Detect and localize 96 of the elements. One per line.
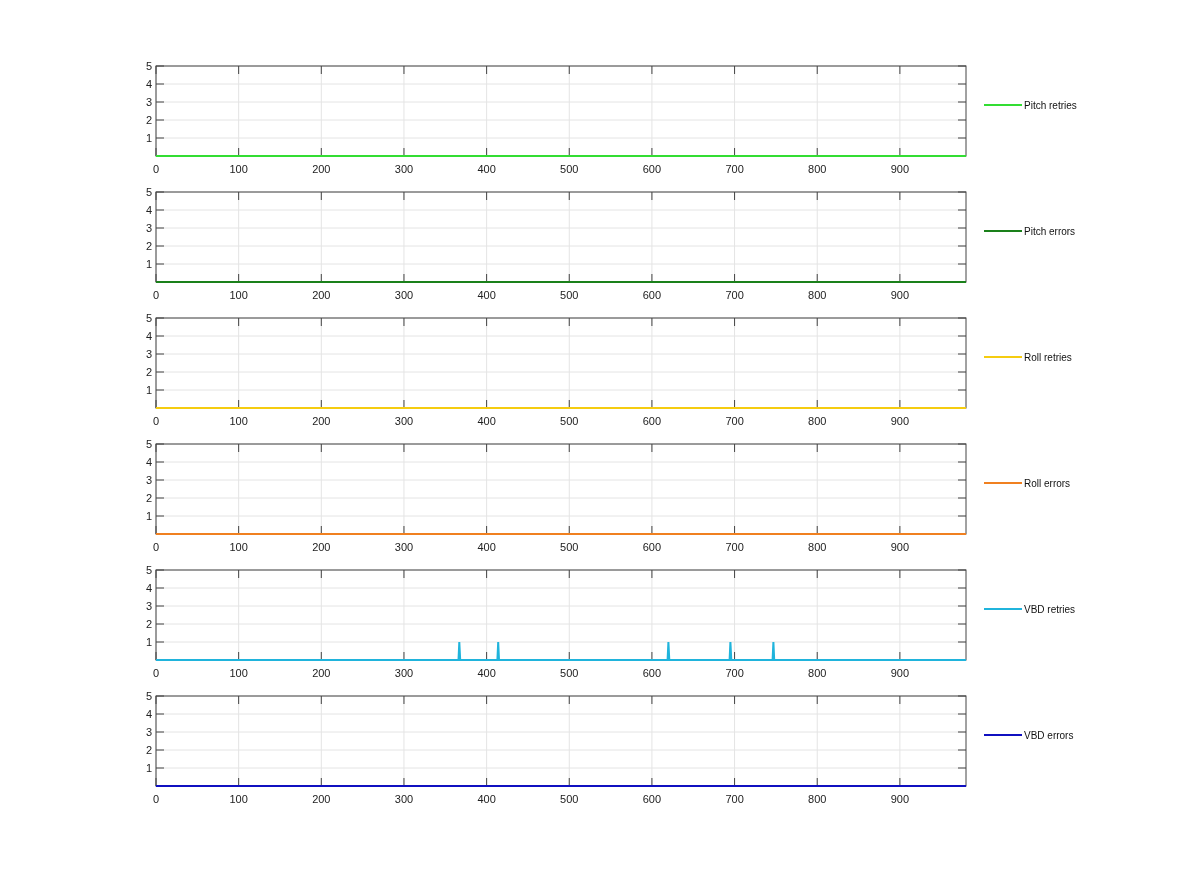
x-tick-label: 400 <box>477 667 496 679</box>
y-tick-label: 1 <box>145 258 152 270</box>
x-tick-label: 400 <box>477 541 496 553</box>
y-tick-label: 3 <box>145 96 152 108</box>
x-tick-label: 0 <box>152 163 160 175</box>
y-tick-label: 4 <box>145 204 152 216</box>
y-tick-label: 3 <box>145 348 152 360</box>
y-tick-label: 2 <box>145 114 152 126</box>
x-tick-label: 500 <box>560 541 579 553</box>
y-tick-label: 1 <box>145 132 152 144</box>
x-tick-label: 300 <box>394 793 414 805</box>
x-tick-label: 900 <box>890 667 910 679</box>
y-tick-label: 5 <box>145 690 152 702</box>
x-tick-label: 600 <box>642 415 662 427</box>
x-tick-label: 600 <box>642 289 662 301</box>
legend-label: Roll retries <box>1024 352 1072 363</box>
x-tick-label: 900 <box>890 415 910 427</box>
x-tick-label: 700 <box>725 163 744 175</box>
x-tick-label: 400 <box>477 163 496 175</box>
x-tick-label: 500 <box>560 163 579 175</box>
x-tick-label: 400 <box>477 793 496 805</box>
x-tick-label: 700 <box>725 793 744 805</box>
x-tick-label: 500 <box>560 415 579 427</box>
x-tick-label: 400 <box>477 289 496 301</box>
x-tick-label: 100 <box>229 415 248 427</box>
x-tick-label: 200 <box>312 793 331 805</box>
x-tick-label: 500 <box>560 793 579 805</box>
x-tick-label: 300 <box>394 289 414 301</box>
x-tick-label: 300 <box>394 415 414 427</box>
x-tick-label: 600 <box>642 793 662 805</box>
x-tick-label: 100 <box>229 163 248 175</box>
x-tick-label: 900 <box>890 793 910 805</box>
y-tick-label: 3 <box>145 600 152 612</box>
x-tick-label: 200 <box>312 415 331 427</box>
x-tick-label: 0 <box>152 415 160 427</box>
x-tick-label: 200 <box>312 541 331 553</box>
x-tick-label: 300 <box>394 163 414 175</box>
legend-label: Pitch retries <box>1024 100 1077 111</box>
x-tick-label: 200 <box>312 163 331 175</box>
y-tick-label: 5 <box>145 186 152 198</box>
y-tick-label: 4 <box>145 330 152 342</box>
x-tick-label: 0 <box>152 667 160 679</box>
x-tick-label: 400 <box>477 415 496 427</box>
x-tick-label: 0 <box>152 541 160 553</box>
y-tick-label: 2 <box>145 618 152 630</box>
x-tick-label: 200 <box>312 289 331 301</box>
y-tick-label: 2 <box>145 240 152 252</box>
x-tick-label: 100 <box>229 667 248 679</box>
x-tick-label: 100 <box>229 793 248 805</box>
x-tick-label: 700 <box>725 541 744 553</box>
x-tick-label: 900 <box>890 289 910 301</box>
y-tick-label: 1 <box>145 384 152 396</box>
x-tick-label: 800 <box>808 541 827 553</box>
y-tick-label: 5 <box>145 312 152 324</box>
x-tick-label: 700 <box>725 667 744 679</box>
x-tick-label: 300 <box>394 541 414 553</box>
legend-label: Roll errors <box>1024 478 1071 489</box>
y-tick-label: 3 <box>145 222 152 234</box>
x-tick-label: 700 <box>725 289 744 301</box>
x-tick-label: 700 <box>725 415 744 427</box>
y-tick-label: 3 <box>145 726 152 738</box>
y-tick-label: 2 <box>145 366 152 378</box>
x-tick-label: 100 <box>229 289 248 301</box>
y-tick-label: 4 <box>145 708 152 720</box>
x-tick-label: 0 <box>152 289 160 301</box>
x-tick-label: 900 <box>890 163 910 175</box>
y-tick-label: 1 <box>145 510 152 522</box>
x-tick-label: 600 <box>642 541 662 553</box>
x-tick-label: 800 <box>808 793 827 805</box>
x-tick-label: 100 <box>229 541 248 553</box>
x-tick-label: 200 <box>312 667 331 679</box>
legend-label: Pitch errors <box>1024 226 1076 237</box>
y-tick-label: 4 <box>145 582 152 594</box>
y-tick-label: 3 <box>145 474 152 486</box>
legend-label: VBD errors <box>1024 730 1074 741</box>
y-tick-label: 5 <box>145 60 152 72</box>
y-tick-label: 5 <box>145 438 152 450</box>
x-tick-label: 800 <box>808 415 827 427</box>
x-tick-label: 0 <box>152 793 160 805</box>
y-tick-label: 4 <box>145 456 152 468</box>
x-tick-label: 600 <box>642 163 662 175</box>
y-tick-label: 2 <box>145 744 152 756</box>
y-tick-label: 1 <box>145 762 152 774</box>
y-tick-label: 4 <box>145 78 152 90</box>
x-tick-label: 800 <box>808 667 827 679</box>
x-tick-label: 500 <box>560 289 579 301</box>
x-tick-label: 500 <box>560 667 579 679</box>
x-tick-label: 800 <box>808 289 827 301</box>
y-tick-label: 1 <box>145 636 152 648</box>
y-tick-label: 2 <box>145 492 152 504</box>
x-tick-label: 300 <box>394 667 414 679</box>
x-tick-label: 800 <box>808 163 827 175</box>
x-tick-label: 600 <box>642 667 662 679</box>
x-tick-label: 900 <box>890 541 910 553</box>
legend-label: VBD retries <box>1024 604 1076 615</box>
y-tick-label: 5 <box>145 564 152 576</box>
